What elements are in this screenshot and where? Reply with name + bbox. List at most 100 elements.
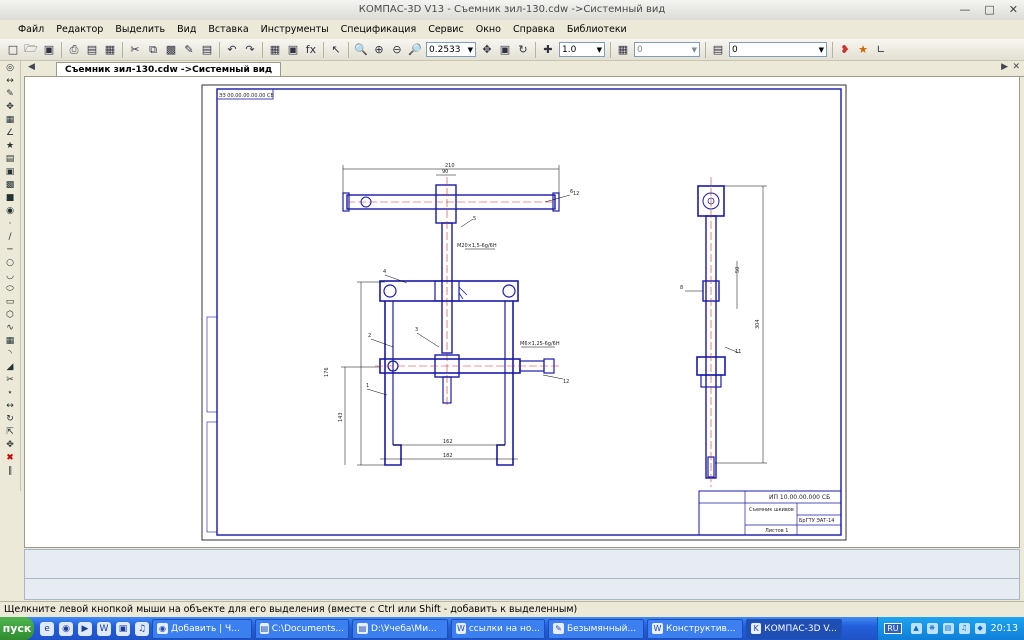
- menu-help[interactable]: Справка: [507, 24, 561, 35]
- ellipse-icon[interactable]: ⬭: [3, 283, 17, 295]
- style-combo[interactable]: 0 ▼: [729, 42, 827, 57]
- spec-icon[interactable]: ▣: [3, 166, 17, 178]
- zoom-out-icon[interactable]: ⊖: [389, 42, 405, 58]
- redo-icon[interactable]: ↷: [242, 42, 258, 58]
- show-all-icon[interactable]: ▣: [497, 42, 513, 58]
- property-panel[interactable]: [24, 549, 1020, 579]
- menu-insert[interactable]: Вставка: [202, 24, 254, 35]
- drawing-canvas[interactable]: ЭЗ 00.00.00.00.00 СБ 210 90 12 5 4 3 2 1…: [24, 76, 1020, 548]
- mirror-icon[interactable]: ↔: [3, 400, 17, 412]
- menu-tools[interactable]: Инструменты: [255, 24, 335, 35]
- task-browser[interactable]: ◉ Добавить | Ч...: [152, 618, 252, 639]
- magnet-icon[interactable]: ❥: [837, 42, 853, 58]
- geometry-icon[interactable]: ◎: [3, 62, 17, 74]
- point-icon[interactable]: ·: [3, 218, 17, 230]
- task-word-links[interactable]: Wссылки на но...: [451, 618, 545, 639]
- reports-icon[interactable]: ▩: [3, 179, 17, 191]
- aux-line-icon[interactable]: ∕: [3, 231, 17, 243]
- trim-icon[interactable]: ✂: [3, 374, 17, 386]
- orthogonal-icon[interactable]: ∟: [873, 42, 889, 58]
- menu-select[interactable]: Выделить: [109, 24, 171, 35]
- circle-icon[interactable]: ○: [3, 257, 17, 269]
- tree-icon[interactable]: ▦: [267, 42, 283, 58]
- split-icon[interactable]: ∥: [3, 465, 17, 477]
- designations-icon[interactable]: ✎: [3, 88, 17, 100]
- format-icon[interactable]: ▤: [199, 42, 215, 58]
- rotate-icon[interactable]: ↻: [3, 413, 17, 425]
- media-icon[interactable]: ♫: [135, 621, 149, 636]
- step-cursor-icon[interactable]: ✚: [540, 42, 556, 58]
- associative-views-icon[interactable]: ▤: [3, 153, 17, 165]
- zoom-combo[interactable]: 0.2533 ▼: [426, 42, 476, 57]
- polygon-icon[interactable]: ⬡: [3, 309, 17, 321]
- tab-close-icon[interactable]: ✕: [1012, 62, 1020, 72]
- cut-icon[interactable]: ✂: [127, 42, 143, 58]
- maximize-icon[interactable]: □: [984, 3, 994, 16]
- help-pointer-icon[interactable]: ↖: [328, 42, 344, 58]
- manager-icon[interactable]: ▦: [102, 42, 118, 58]
- properties-icon[interactable]: ✎: [181, 42, 197, 58]
- zoom-window-icon[interactable]: 🔍: [353, 42, 369, 58]
- browser-icon[interactable]: e: [40, 621, 54, 636]
- rectangle-icon[interactable]: ▭: [3, 296, 17, 308]
- minimize-icon[interactable]: —: [959, 3, 970, 16]
- menu-window[interactable]: Окно: [470, 24, 507, 35]
- undo-icon[interactable]: ↶: [224, 42, 240, 58]
- pan-icon[interactable]: ✥: [479, 42, 495, 58]
- task-kompas[interactable]: K КОМПАС-3D V...: [746, 618, 842, 639]
- tab-document[interactable]: Съемник зил-130.cdw ->Системный вид: [56, 62, 282, 77]
- zoom-scale-icon[interactable]: 🔎: [407, 42, 423, 58]
- desktop-icon[interactable]: ▣: [116, 621, 130, 636]
- refresh-icon[interactable]: ↻: [515, 42, 531, 58]
- save-icon[interactable]: ▣: [41, 42, 57, 58]
- tab-scroll-left-icon[interactable]: ◀: [28, 62, 35, 72]
- close-icon[interactable]: ✕: [1009, 3, 1018, 16]
- insert-icon[interactable]: ■: [3, 192, 17, 204]
- layer-icon[interactable]: ▦: [615, 42, 631, 58]
- language-indicator[interactable]: RU: [884, 623, 902, 634]
- task-explorer-study[interactable]: ▤ D:\Учеба\Ми...: [352, 618, 448, 639]
- delete-icon[interactable]: ✖: [3, 452, 17, 464]
- print-icon[interactable]: ⎙: [66, 42, 82, 58]
- segment-icon[interactable]: ─: [3, 244, 17, 256]
- open-folder-icon[interactable]: 🗁: [23, 42, 39, 58]
- layers-icon[interactable]: ◉: [3, 205, 17, 217]
- tab-scroll-right-icon[interactable]: ▶: [1001, 62, 1008, 72]
- measure-icon[interactable]: ∠: [3, 127, 17, 139]
- variables-icon[interactable]: ▣: [285, 42, 301, 58]
- menu-edit[interactable]: Редактор: [50, 24, 109, 35]
- task-explorer-documents[interactable]: ▤ C:\Documents...: [255, 618, 349, 639]
- menu-libraries[interactable]: Библиотеки: [561, 24, 633, 35]
- style-icon[interactable]: ▤: [710, 42, 726, 58]
- paste-icon[interactable]: ▩: [163, 42, 179, 58]
- preview-icon[interactable]: ▤: [84, 42, 100, 58]
- new-file-icon[interactable]: □: [5, 42, 21, 58]
- word-icon[interactable]: W: [97, 621, 111, 636]
- layer-combo[interactable]: 0 ▼: [634, 42, 700, 57]
- network-icon[interactable]: ▤: [942, 623, 954, 634]
- edit-icon[interactable]: ✥: [3, 101, 17, 113]
- task-paint[interactable]: ✎ Безымянный...: [548, 618, 644, 639]
- zoom-in-icon[interactable]: ⊕: [371, 42, 387, 58]
- step-combo[interactable]: 1.0 ▼: [559, 42, 605, 57]
- scale-icon[interactable]: ⇱: [3, 426, 17, 438]
- move-icon[interactable]: ✥: [3, 439, 17, 451]
- start-button[interactable]: пуск: [0, 617, 34, 640]
- player-icon[interactable]: ▶: [78, 621, 92, 636]
- dimensions-icon[interactable]: ↔: [3, 75, 17, 87]
- fx-icon[interactable]: fx: [303, 42, 319, 58]
- chamfer-icon[interactable]: ◢: [3, 361, 17, 373]
- bluetooth-icon[interactable]: ❋: [926, 623, 938, 634]
- chrome-icon[interactable]: ◉: [59, 621, 73, 636]
- arc-icon[interactable]: ◡: [3, 270, 17, 282]
- break-icon[interactable]: ⋆: [3, 387, 17, 399]
- menu-file[interactable]: Файл: [12, 24, 50, 35]
- bezier-icon[interactable]: ∿: [3, 322, 17, 334]
- copy-icon[interactable]: ⧉: [145, 42, 161, 58]
- fillet-icon[interactable]: ◝: [3, 348, 17, 360]
- hatch-icon[interactable]: ▦: [3, 335, 17, 347]
- task-word-constructive[interactable]: W Конструктив...: [647, 618, 743, 639]
- parametrization-icon[interactable]: ▦: [3, 114, 17, 126]
- menu-view[interactable]: Вид: [171, 24, 202, 35]
- snap-icon[interactable]: ★: [855, 42, 871, 58]
